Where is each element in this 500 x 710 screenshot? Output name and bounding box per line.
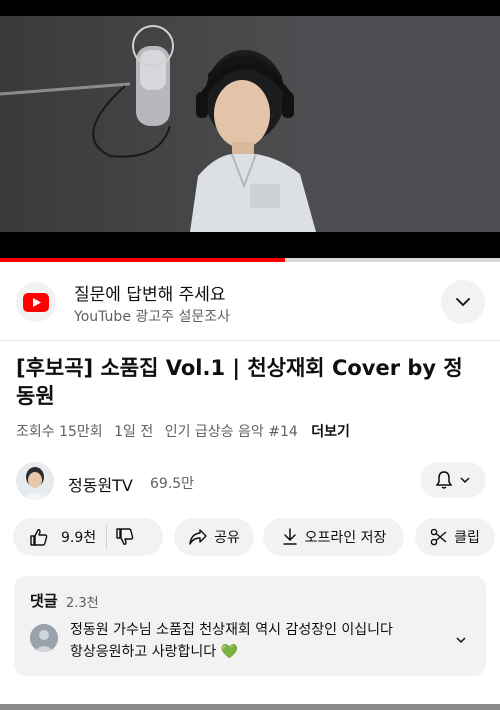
- top-comment-line1: 정동원 가수님 소품집 천상재회 역시 감성장인 이십니다: [70, 622, 393, 638]
- like-dislike-group: 9.9천: [13, 518, 163, 556]
- survey-subtitle: YouTube 광고주 설문조사: [74, 309, 230, 325]
- video-meta[interactable]: 조회수 15만회 1일 전 인기 급상승 음악 #14 더보기: [16, 421, 357, 441]
- like-divider: [106, 525, 108, 549]
- bell-icon: [435, 471, 453, 489]
- trending-rank: 인기 급상승 음악 #14: [164, 424, 298, 440]
- video-player[interactable]: [0, 16, 500, 262]
- clip-label: 클립: [454, 530, 480, 546]
- like-count: 9.9천: [61, 530, 97, 546]
- share-button[interactable]: 공유: [174, 518, 254, 556]
- clip-button[interactable]: 클립: [415, 518, 495, 556]
- notification-bell-button[interactable]: [420, 462, 486, 498]
- chevron-down-icon: [456, 298, 470, 307]
- chevron-down-icon: [456, 637, 466, 644]
- share-icon: [189, 529, 207, 545]
- like-button[interactable]: 9.9천: [29, 527, 96, 547]
- youtube-logo-icon: [16, 282, 56, 322]
- offline-save-label: 오프라인 저장: [304, 530, 387, 546]
- comments-expand-button[interactable]: [454, 632, 468, 651]
- channel-name[interactable]: 정동원TV: [68, 472, 133, 496]
- offline-save-button[interactable]: 오프라인 저장: [263, 518, 404, 556]
- action-bar: 9.9천 공유 오프라인 저장 클립: [0, 518, 500, 558]
- chevron-down-icon: [460, 477, 470, 484]
- scissors-icon: [430, 528, 447, 546]
- video-frame: [0, 16, 500, 262]
- status-bar: [0, 0, 500, 16]
- top-comment-line2: 항상응원하고 사랑합니다: [70, 644, 217, 660]
- upload-age: 1일 전: [114, 424, 154, 440]
- more-link[interactable]: 더보기: [311, 424, 350, 440]
- survey-banner[interactable]: 질문에 답변해 주세요 YouTube 광고주 설문조사: [0, 262, 500, 341]
- top-comment: 정동원 가수님 소품집 천상재회 역시 감성장인 이십니다 항상응원하고 사랑합…: [70, 619, 450, 663]
- download-icon: [282, 528, 297, 545]
- share-label: 공유: [214, 530, 240, 546]
- thumbs-down-icon: [116, 528, 134, 545]
- video-title[interactable]: [후보곡] 소품집 Vol.1 | 천상재회 Cover by 정동원: [16, 354, 476, 410]
- top-comment-line2-row: 항상응원하고 사랑합니다 💚: [70, 641, 450, 663]
- green-heart-emoji: 💚: [220, 644, 239, 660]
- view-count: 조회수 15만회: [16, 424, 103, 440]
- thumbs-up-icon: [30, 529, 48, 546]
- commenter-avatar: [30, 624, 58, 652]
- comments-label: 댓글: [30, 592, 58, 610]
- bottom-edge: [0, 704, 500, 710]
- survey-expand-button[interactable]: [441, 280, 485, 324]
- comments-panel[interactable]: 댓글 2.3천 정동원 가수님 소품집 천상재회 역시 감성장인 이십니다 항상…: [14, 576, 486, 676]
- dislike-button[interactable]: [115, 527, 135, 547]
- survey-title: 질문에 답변해 주세요: [74, 285, 226, 305]
- comments-count: 2.3천: [66, 596, 99, 611]
- channel-row[interactable]: 정동원TV 69.5만: [0, 456, 500, 506]
- channel-avatar[interactable]: [16, 462, 54, 500]
- subscriber-count: 69.5만: [150, 476, 195, 492]
